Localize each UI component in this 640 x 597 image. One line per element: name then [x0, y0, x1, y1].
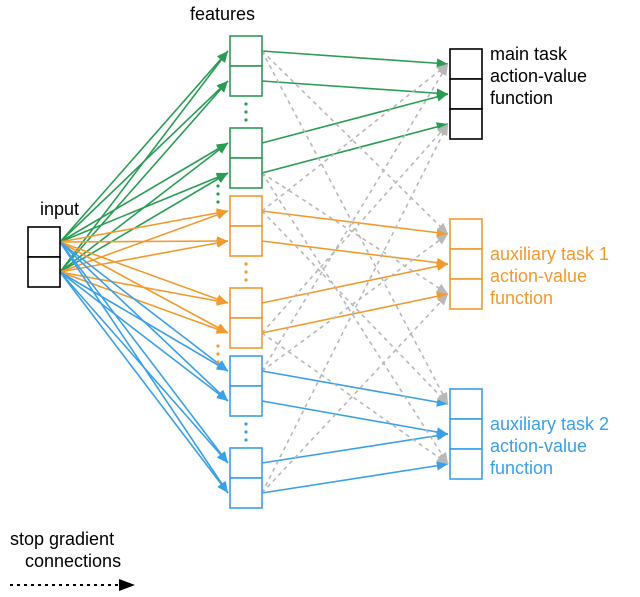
output-aux1: [450, 219, 482, 309]
edges-input-to-green: [60, 51, 228, 272]
svg-text:main task: main task: [490, 44, 568, 64]
svg-text:auxiliary task 2: auxiliary task 2: [490, 414, 609, 434]
svg-text:function: function: [490, 88, 553, 108]
svg-text:action-value: action-value: [490, 66, 587, 86]
input-node: [28, 227, 60, 287]
edges-stop-gradient: [262, 51, 448, 493]
svg-text:connections: connections: [25, 551, 121, 571]
features-label: features: [190, 4, 255, 24]
diagram-canvas: features input main task action-value fu…: [0, 0, 640, 597]
svg-text:action-value: action-value: [490, 266, 587, 286]
edges-green-to-main: [262, 51, 448, 173]
aux1-label: auxiliary task 1 action-value function: [490, 244, 609, 308]
edges-input-to-blue: [60, 242, 228, 493]
stop-gradient-label: stop gradient connections: [10, 529, 121, 571]
edges-input-to-orange: [60, 211, 228, 333]
svg-text:function: function: [490, 458, 553, 478]
aux2-label: auxiliary task 2 action-value function: [490, 414, 609, 478]
output-main: [450, 49, 482, 139]
input-label: input: [40, 199, 79, 219]
svg-text:stop gradient: stop gradient: [10, 529, 114, 549]
svg-text:auxiliary task 1: auxiliary task 1: [490, 244, 609, 264]
main-task-label: main task action-value function: [490, 44, 587, 108]
edges-blue-to-aux2: [262, 371, 448, 493]
ellipsis-blue: [244, 422, 247, 441]
svg-text:action-value: action-value: [490, 436, 587, 456]
output-aux2: [450, 389, 482, 479]
svg-text:function: function: [490, 288, 553, 308]
